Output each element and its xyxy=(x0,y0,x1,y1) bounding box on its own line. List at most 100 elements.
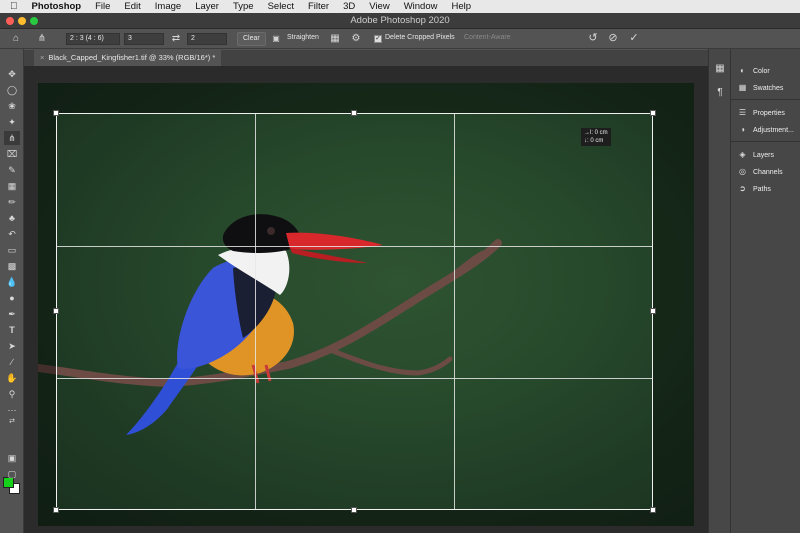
delete-cropped-label: Delete Cropped Pixels xyxy=(385,34,455,41)
panel-properties[interactable]: ☰ Properties xyxy=(737,105,785,120)
crop-handle-bottom-left[interactable] xyxy=(53,507,59,513)
menu-select[interactable]: Select xyxy=(261,0,301,13)
history-brush-icon[interactable]: ↶ xyxy=(4,227,20,241)
crop-grid-line-v1 xyxy=(255,114,256,509)
paths-icon: ➲ xyxy=(739,184,746,193)
swap-colors-icon[interactable]: ⇄ xyxy=(4,415,20,429)
eraser-icon[interactable]: ▭ xyxy=(4,243,20,257)
crop-width-input[interactable]: 3 xyxy=(124,33,164,45)
panel-paths[interactable]: ➲ Paths xyxy=(737,181,771,196)
delete-cropped-checkbox[interactable]: ✓ xyxy=(374,35,382,43)
stamp-tool-icon[interactable]: ♣ xyxy=(4,211,20,225)
crop-size-readout: →l: 0 cm ↓: 0 cm xyxy=(581,128,611,146)
panel-channels[interactable]: ◎ Channels xyxy=(737,164,783,179)
panel-adjustments-label: Adjustment... xyxy=(753,127,794,134)
paragraph-icon[interactable]: ¶ xyxy=(713,87,727,99)
crop-grid-line-v2 xyxy=(454,114,455,509)
hand-tool-icon[interactable]: ✋ xyxy=(4,371,20,385)
quick-mask-icon[interactable]: ▣ xyxy=(4,451,20,465)
window-title-bar: Adobe Photoshop 2020 xyxy=(0,13,800,29)
document-tab[interactable]: × Black_Capped_Kingfisher1.tif @ 33% (RGB… xyxy=(34,50,222,66)
crop-tool-icon[interactable]: ⋔ xyxy=(4,131,20,145)
menu-3d[interactable]: 3D xyxy=(336,0,362,13)
swatches-icon: ▦ xyxy=(738,83,747,92)
panel-properties-label: Properties xyxy=(753,110,785,117)
menu-view[interactable]: View xyxy=(362,0,396,13)
gear-icon[interactable]: ⚙ xyxy=(350,33,362,45)
panel-adjustments[interactable]: ◑ Adjustment... xyxy=(737,122,794,137)
menu-help[interactable]: Help xyxy=(444,0,478,13)
menu-window[interactable]: Window xyxy=(397,0,445,13)
panel-swatches[interactable]: ▦ Swatches xyxy=(737,80,784,95)
layers-icon: ◈ xyxy=(739,150,746,159)
channels-icon: ◎ xyxy=(739,167,746,176)
screen-mode-icon[interactable]: ▢ xyxy=(4,467,20,481)
move-tool-icon[interactable]: ✥ xyxy=(4,67,20,81)
lasso-tool-icon[interactable]: ❀ xyxy=(4,99,20,113)
blur-tool-icon[interactable]: 💧 xyxy=(4,275,20,289)
panel-channels-label: Channels xyxy=(753,169,783,176)
menu-file[interactable]: File xyxy=(88,0,117,13)
crop-handle-top[interactable] xyxy=(351,110,357,116)
menu-edit[interactable]: Edit xyxy=(117,0,147,13)
crop-height-readout: ↓: 0 cm xyxy=(584,138,604,144)
pen-tool-icon[interactable]: ✒ xyxy=(4,307,20,321)
line-tool-icon[interactable]: ∕ xyxy=(4,355,20,369)
panel-color-label: Color xyxy=(753,68,770,75)
crop-handle-top-right[interactable] xyxy=(650,110,656,116)
panel-layers-label: Layers xyxy=(753,152,775,159)
menu-type[interactable]: Type xyxy=(226,0,261,13)
brush-tool-icon[interactable]: ✏ xyxy=(4,195,20,209)
menu-image[interactable]: Image xyxy=(148,0,188,13)
home-icon[interactable]: ⌂ xyxy=(9,33,23,45)
crop-handle-bottom-right[interactable] xyxy=(650,507,656,513)
crop-handle-left[interactable] xyxy=(53,308,59,314)
marquee-tool-icon[interactable]: ◯ xyxy=(4,83,20,97)
apple-menu[interactable]:  xyxy=(0,0,25,13)
menu-app-name[interactable]: Photoshop xyxy=(25,0,89,13)
zoom-tool-icon[interactable]: ⚲ xyxy=(4,387,20,401)
gradient-tool-icon[interactable]: ▩ xyxy=(4,259,20,273)
panel-paths-label: Paths xyxy=(753,186,771,193)
crop-box[interactable] xyxy=(56,113,653,510)
crop-height-input[interactable]: 2 xyxy=(187,33,227,45)
dodge-tool-icon[interactable]: ● xyxy=(4,291,20,305)
document-tab-label: Black_Capped_Kingfisher1.tif @ 33% (RGB/… xyxy=(48,53,216,62)
content-aware-label[interactable]: Content-Aware xyxy=(464,34,511,41)
menu-filter[interactable]: Filter xyxy=(301,0,336,13)
collapsed-panel-strip: ▦ ¶ xyxy=(708,49,730,533)
panel-color[interactable]: ◐ Color xyxy=(737,63,770,78)
document-tab-bar: × Black_Capped_Kingfisher1.tif @ 33% (RGB… xyxy=(24,50,708,66)
type-tool-icon[interactable]: T xyxy=(4,323,20,337)
eyedropper-icon[interactable]: ✎ xyxy=(4,163,20,177)
panel-dock: ◐ Color ▦ Swatches ☰ Properties ◑ Adjustment… xyxy=(730,49,800,533)
aspect-ratio-select[interactable]: 2 : 3 (4 : 6) xyxy=(66,33,120,45)
frame-tool-icon[interactable]: ⌧ xyxy=(4,147,20,161)
options-bar: ⌂ ⋔ 2 : 3 (4 : 6) 3 ⇄ 2 Clear ▣ Straight… xyxy=(0,29,800,49)
cancel-icon[interactable]: ⊘ xyxy=(607,32,619,44)
overlay-grid-icon[interactable]: ▦ xyxy=(329,33,341,45)
menu-bar:  Photoshop File Edit Image Layer Type S… xyxy=(0,0,800,13)
crop-tool-preset-icon[interactable]: ⋔ xyxy=(35,33,49,45)
path-select-icon[interactable]: ➤ xyxy=(4,339,20,353)
properties-icon: ☰ xyxy=(738,108,747,117)
menu-layer[interactable]: Layer xyxy=(188,0,226,13)
clear-button[interactable]: Clear xyxy=(237,32,266,46)
crop-handle-top-left[interactable] xyxy=(53,110,59,116)
swap-dimensions-icon[interactable]: ⇄ xyxy=(170,33,182,45)
magic-wand-icon[interactable]: ✦ xyxy=(4,115,20,129)
panel-layers[interactable]: ◈ Layers xyxy=(737,147,774,162)
crop-grid-line-h2 xyxy=(57,378,652,379)
history-icon[interactable]: ▦ xyxy=(713,63,727,75)
straighten-button[interactable]: Straighten xyxy=(287,34,319,41)
healing-brush-icon[interactable]: ▦ xyxy=(4,179,20,193)
crop-handle-bottom[interactable] xyxy=(351,507,357,513)
reset-icon[interactable]: ↺ xyxy=(587,32,599,44)
commit-icon[interactable]: ✓ xyxy=(628,32,640,44)
window-title: Adobe Photoshop 2020 xyxy=(350,15,450,26)
crop-width-readout: →l: 0 cm xyxy=(584,130,608,136)
close-tab-icon[interactable]: × xyxy=(40,53,44,62)
straighten-icon[interactable]: ▣ xyxy=(270,33,282,45)
crop-handle-right[interactable] xyxy=(650,308,656,314)
panel-swatches-label: Swatches xyxy=(753,85,784,92)
